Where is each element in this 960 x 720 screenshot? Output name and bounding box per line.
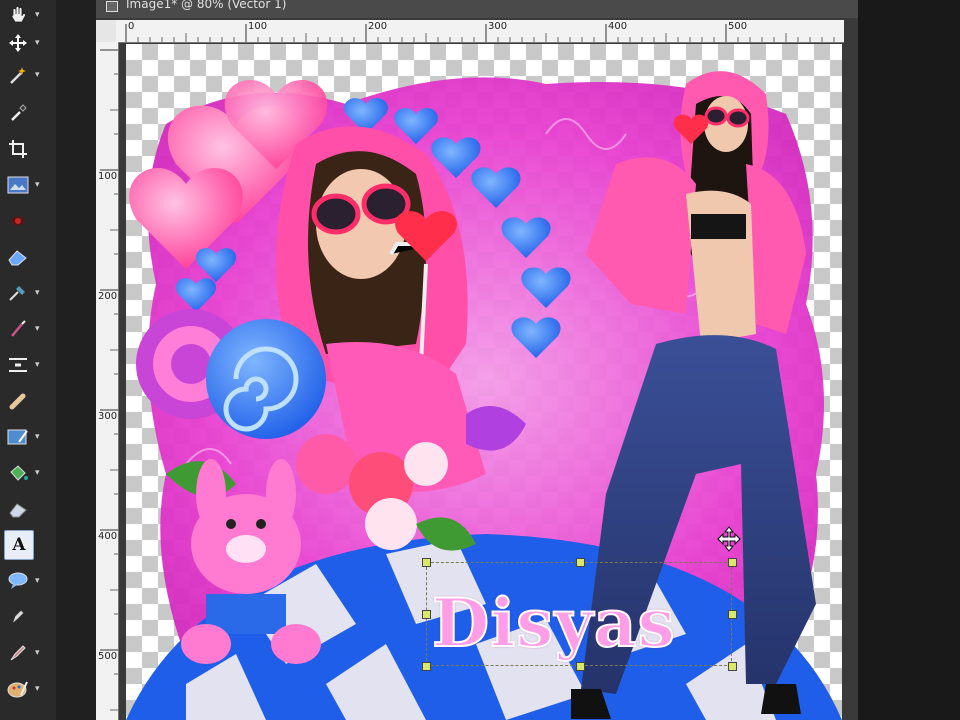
smudge-tool[interactable] <box>4 386 48 416</box>
eraser-tool[interactable] <box>4 242 48 272</box>
ruler-label: 200 <box>368 21 388 32</box>
magic-wand-icon <box>4 61 32 89</box>
background-eraser-tool[interactable] <box>4 494 48 524</box>
red-eye-tool[interactable] <box>4 206 48 236</box>
clone-tool[interactable]: ▾ <box>4 278 48 308</box>
vertical-ruler-ticks <box>100 49 118 711</box>
text-icon: A <box>4 530 34 560</box>
paint-brush-tool[interactable]: ▾ <box>4 314 48 344</box>
chevron-down-icon[interactable]: ▾ <box>35 10 40 20</box>
ruler-label: 100 <box>248 21 268 32</box>
chevron-down-icon[interactable]: ▾ <box>35 468 40 478</box>
bg-eraser-icon <box>4 495 32 523</box>
horizontal-ruler[interactable]: 0 100 200 300 400 500 <box>116 20 844 43</box>
ruler-label: 0 <box>128 21 135 32</box>
ruler-label: 100 <box>98 171 118 182</box>
eye-icon <box>4 207 32 235</box>
pan-tool[interactable]: ▾ <box>4 0 48 30</box>
pen-icon <box>4 603 32 631</box>
fill-tool[interactable]: ▾ <box>4 458 48 488</box>
chevron-down-icon[interactable]: ▾ <box>35 576 40 586</box>
bucket-icon <box>4 459 32 487</box>
resize-handle[interactable] <box>728 610 737 619</box>
chevron-down-icon[interactable]: ▾ <box>35 684 40 694</box>
move-arrows-icon <box>4 29 32 57</box>
warp-icon <box>4 351 32 379</box>
chevron-down-icon[interactable]: ▾ <box>35 648 40 658</box>
ruler-corner <box>96 20 118 42</box>
image-canvas[interactable]: Disyas <box>126 44 842 720</box>
chevron-down-icon[interactable]: ▾ <box>35 38 40 48</box>
magic-wand-tool[interactable]: ▾ <box>4 60 48 90</box>
speech-bubble-icon <box>4 567 32 595</box>
retouch-icon <box>4 423 32 451</box>
resize-handle[interactable] <box>422 662 431 671</box>
chevron-down-icon[interactable]: ▾ <box>35 70 40 80</box>
art-brush-tool[interactable]: ▾ <box>4 638 48 668</box>
smudge-icon <box>4 387 32 415</box>
palette-icon <box>4 675 32 703</box>
art-brush-icon <box>4 639 32 667</box>
clone-icon <box>4 279 32 307</box>
oil-brush-tool[interactable]: ▾ <box>4 674 48 704</box>
move-tool[interactable]: ▾ <box>4 28 48 58</box>
chevron-down-icon[interactable]: ▾ <box>35 180 40 190</box>
resize-handle[interactable] <box>576 662 585 671</box>
text-tool[interactable]: A <box>4 530 48 560</box>
ruler-label: 500 <box>98 651 118 662</box>
warp-tool[interactable]: ▾ <box>4 350 48 380</box>
crop-icon <box>4 135 32 163</box>
chevron-down-icon[interactable]: ▾ <box>35 324 40 334</box>
right-panel-gap <box>858 0 960 720</box>
chevron-down-icon[interactable]: ▾ <box>35 360 40 370</box>
tools-toolbar: ▾ ▾ ▾ ▾ ▾ ▾ ▾ ▾ ▾ A ▾ ▾ ▾ <box>0 0 57 720</box>
vertical-ruler[interactable]: 100 200 300 400 500 <box>96 42 119 720</box>
resize-handle[interactable] <box>576 558 585 567</box>
resize-handle[interactable] <box>728 558 737 567</box>
dropper-tool[interactable] <box>4 98 48 128</box>
image-icon <box>4 171 32 199</box>
dropper-icon <box>4 99 32 127</box>
ruler-label: 400 <box>98 531 118 542</box>
resize-handle[interactable] <box>422 610 431 619</box>
resize-handle[interactable] <box>728 662 737 671</box>
document-title: Image1* @ 80% (Vector 1) <box>126 0 287 11</box>
retouch-tool[interactable]: ▾ <box>4 422 48 452</box>
hand-icon <box>4 1 32 29</box>
brush-icon <box>4 315 32 343</box>
chevron-down-icon[interactable]: ▾ <box>35 432 40 442</box>
document-titlebar[interactable]: Image1* @ 80% (Vector 1) <box>96 0 858 18</box>
image-tool[interactable]: ▾ <box>4 170 48 200</box>
ruler-label: 200 <box>98 291 118 302</box>
eraser-icon <box>4 243 32 271</box>
move-cursor-icon <box>717 526 741 552</box>
pen-tool[interactable] <box>4 602 48 632</box>
text-layer-bounding-box[interactable]: Disyas <box>422 558 737 671</box>
text-tool-glyph: A <box>12 535 26 555</box>
ruler-label: 500 <box>728 21 748 32</box>
panel-gap <box>56 0 96 720</box>
text-layer-content[interactable]: Disyas <box>431 583 676 663</box>
chevron-down-icon[interactable]: ▾ <box>35 288 40 298</box>
crop-tool[interactable] <box>4 134 48 164</box>
ruler-label: 300 <box>98 411 118 422</box>
image-window-icon <box>106 1 118 12</box>
ruler-label: 400 <box>608 21 628 32</box>
preset-shape-tool[interactable]: ▾ <box>4 566 48 596</box>
resize-handle[interactable] <box>422 558 431 567</box>
ruler-label: 300 <box>488 21 508 32</box>
